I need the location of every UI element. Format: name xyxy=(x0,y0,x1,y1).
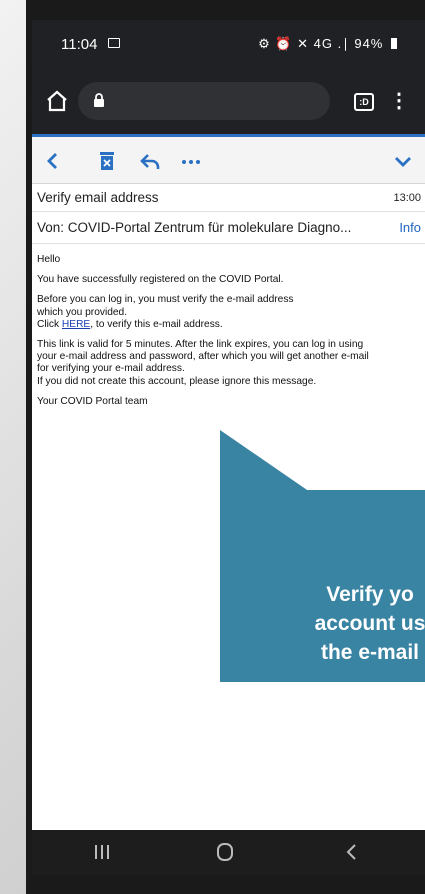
callout-line-1: Verify yo xyxy=(326,583,414,606)
mail-subject-row: Verify email address 13:00 xyxy=(32,184,425,212)
body-p3-line3: for verifying your e-mail address. xyxy=(37,363,185,375)
mail-from-label: Von: xyxy=(37,220,65,235)
callout-text: Verify yo account us the e-mail xyxy=(220,580,425,667)
status-time: 11:04 xyxy=(61,36,98,53)
recent-apps-icon[interactable] xyxy=(92,842,112,862)
mail-from: Von: COVID-Portal Zentrum für molekulare… xyxy=(37,220,351,235)
browser-toolbar: :D ⋮ xyxy=(32,72,425,134)
mail-body: Hello You have successfully registered o… xyxy=(37,254,421,416)
battery-percent: 94% xyxy=(354,36,384,51)
callout-box: Verify yo account us the e-mail xyxy=(220,490,425,682)
body-p2-line1: Before you can log in, you must verify t… xyxy=(37,294,294,306)
expand-chevron-icon[interactable] xyxy=(392,150,414,172)
reply-icon[interactable] xyxy=(139,150,161,172)
status-bar: 11:04 ⚙ ⏰ ✕ 4G .∣ 94% xyxy=(32,20,425,72)
callout-line-2: account us xyxy=(314,612,425,635)
body-paragraph-3: This link is valid for 5 minutes. After … xyxy=(37,339,421,388)
body-p3-line4: If you did not create this account, plea… xyxy=(37,375,317,387)
body-p2-click: Click xyxy=(37,318,60,330)
gallery-notification-icon xyxy=(108,38,120,48)
body-paragraph-2: Before you can log in, you must verify t… xyxy=(37,294,421,331)
phone-screen: 11:04 ⚙ ⏰ ✕ 4G .∣ 94% :D ⋮ Verify email … xyxy=(32,20,425,875)
callout-tail xyxy=(220,430,310,492)
body-p3-line2: your e-mail address and password, after … xyxy=(37,351,369,363)
status-icons: ⚙ ⏰ ✕ 4G .∣ 94% xyxy=(258,36,397,52)
back-chevron-icon[interactable] xyxy=(42,150,64,172)
lock-icon xyxy=(94,93,104,107)
delete-icon[interactable] xyxy=(96,150,118,172)
body-p2-after: , to verify this e-mail address. xyxy=(90,318,223,330)
more-actions-icon[interactable] xyxy=(180,150,202,172)
mail-from-row[interactable]: Von: COVID-Portal Zentrum für molekulare… xyxy=(32,212,425,244)
status-icons-text: ⚙ ⏰ ✕ 4G .∣ xyxy=(258,36,350,51)
home-button-icon[interactable] xyxy=(216,842,234,862)
more-options-icon[interactable]: ⋮ xyxy=(389,90,409,112)
back-button-icon[interactable] xyxy=(344,842,360,862)
mail-toolbar xyxy=(32,134,425,184)
url-field[interactable] xyxy=(78,82,330,120)
verify-link[interactable]: HERE xyxy=(62,319,90,330)
navigation-bar xyxy=(32,830,425,875)
body-signature: Your COVID Portal team xyxy=(37,395,148,407)
mail-info-link[interactable]: Info xyxy=(399,220,421,235)
mail-subject: Verify email address xyxy=(37,190,159,205)
tab-switcher-icon[interactable]: :D xyxy=(354,93,374,111)
body-p2-line2: which you provided. xyxy=(37,306,128,318)
callout-line-3: the e-mail xyxy=(320,641,420,664)
body-paragraph-1: You have successfully registered on the … xyxy=(37,274,284,286)
home-icon[interactable] xyxy=(45,90,69,112)
mail-from-value: COVID-Portal Zentrum für molekulare Diag… xyxy=(67,220,352,235)
body-p3-line1: This link is valid for 5 minutes. After … xyxy=(37,339,364,351)
instruction-callout: Verify yo account us the e-mail xyxy=(220,430,425,682)
mail-time: 13:00 xyxy=(393,192,421,204)
body-greeting: Hello xyxy=(37,254,61,265)
battery-icon xyxy=(391,38,397,49)
